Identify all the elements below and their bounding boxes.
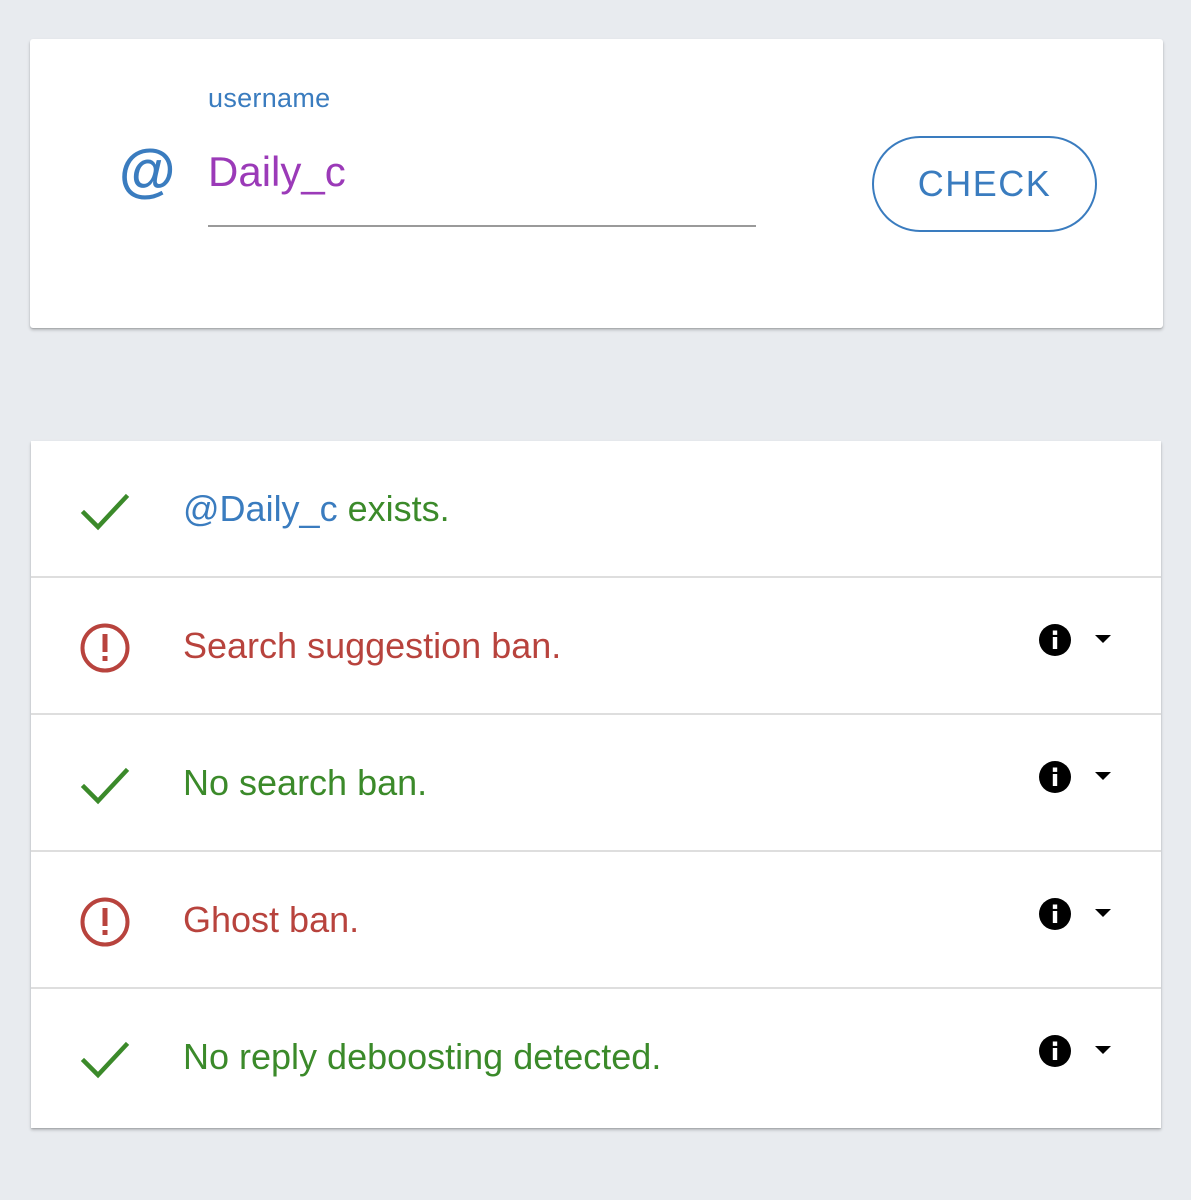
ghost-ban-info-toggle[interactable] xyxy=(1037,896,1117,932)
info-circle-icon xyxy=(1039,761,1071,793)
info-circle-icon xyxy=(1039,898,1071,930)
username-input[interactable] xyxy=(208,147,756,227)
result-row-exists: @Daily_c exists. xyxy=(31,441,1161,578)
results-list: @Daily_c exists. Search suggestion ban. … xyxy=(31,441,1161,1128)
result-text-ghost-ban: Ghost ban. xyxy=(183,899,360,940)
result-text-exists: @Daily_c exists. xyxy=(183,487,450,531)
exclamation-circle-icon xyxy=(80,623,130,673)
result-row-reply-deboosting: No reply deboosting detected. xyxy=(31,989,1161,1128)
search-suggestion-ban-info-toggle[interactable] xyxy=(1037,622,1117,658)
result-row-search-ban: No search ban. xyxy=(31,715,1161,852)
username-field-label: username xyxy=(208,83,331,113)
info-circle-icon xyxy=(1039,1035,1071,1067)
result-row-ghost-ban: Ghost ban. xyxy=(31,852,1161,989)
result-text-reply-deboosting: No reply deboosting detected. xyxy=(183,1036,662,1077)
username-search-card: username @ CHECK xyxy=(30,39,1163,328)
reply-deboosting-info-toggle[interactable] xyxy=(1037,1033,1117,1069)
result-text-search-suggestion-ban: Search suggestion ban. xyxy=(183,625,562,666)
check-button[interactable]: CHECK xyxy=(872,136,1097,232)
at-symbol-icon: @ xyxy=(118,139,175,204)
search-ban-info-toggle[interactable] xyxy=(1037,759,1117,795)
exists-suffix: exists. xyxy=(337,488,450,529)
caret-down-icon xyxy=(1095,909,1111,917)
caret-down-icon xyxy=(1095,1046,1111,1054)
check-mark-icon xyxy=(80,1041,130,1079)
result-text-search-ban: No search ban. xyxy=(183,762,428,803)
caret-down-icon xyxy=(1095,635,1111,643)
caret-down-icon xyxy=(1095,772,1111,780)
info-circle-icon xyxy=(1039,624,1071,656)
result-row-search-suggestion-ban: Search suggestion ban. xyxy=(31,578,1161,715)
username-handle: @Daily_c xyxy=(183,488,338,529)
check-mark-icon xyxy=(80,767,130,805)
exclamation-circle-icon xyxy=(80,897,130,947)
check-mark-icon xyxy=(80,493,130,531)
